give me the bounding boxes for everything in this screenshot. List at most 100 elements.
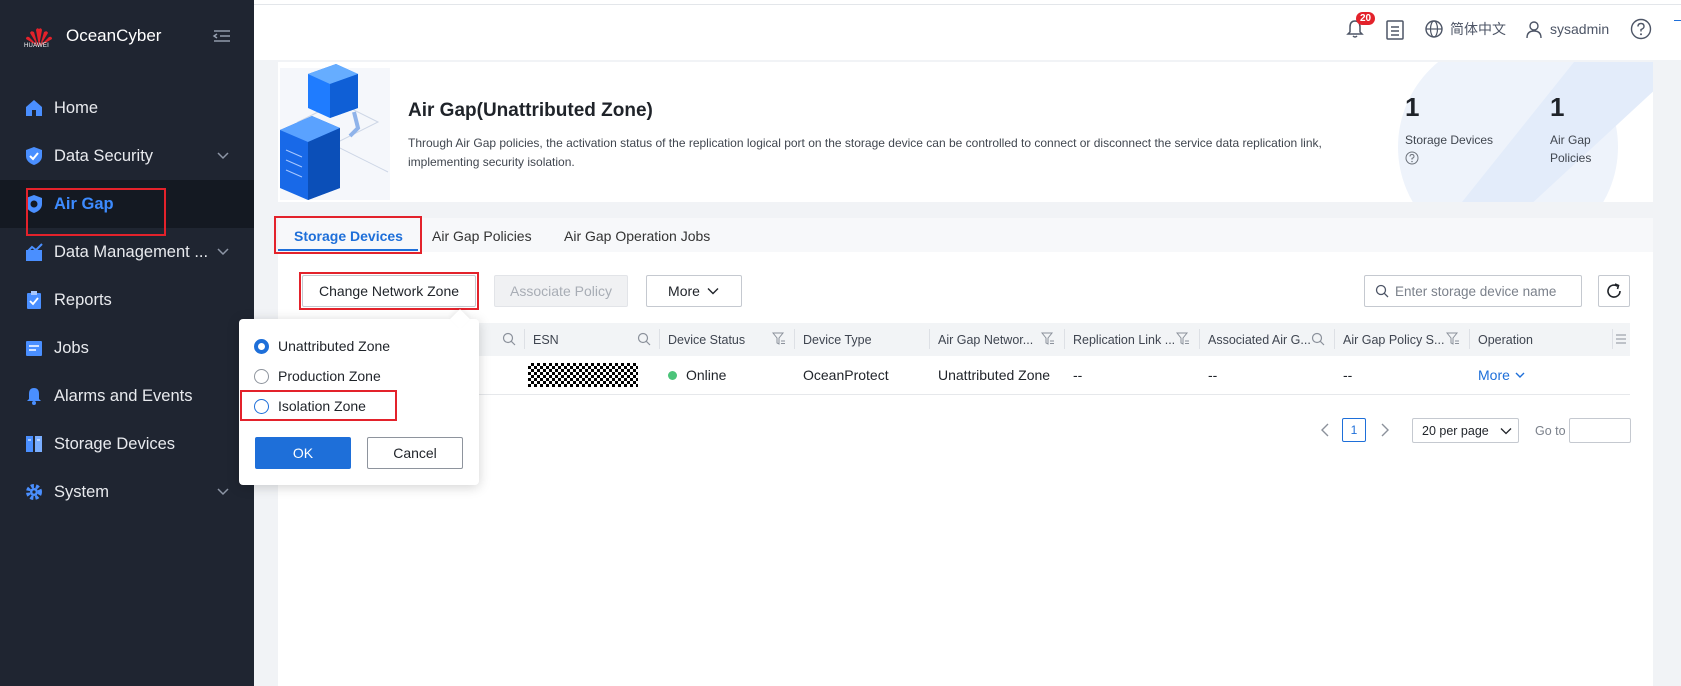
stat-label-line1: Air Gap	[1550, 133, 1591, 147]
column-header-air-gap-network-zone: Air Gap Networ...	[938, 333, 1034, 347]
overview-banner: Air Gap(Unattributed Zone) Through Air G…	[278, 62, 1653, 202]
radio-button	[254, 368, 269, 384]
refresh-icon	[1607, 283, 1621, 298]
sidebar-item-jobs[interactable]: Jobs	[0, 324, 254, 372]
stat-label: Storage Devices	[1405, 133, 1494, 147]
sidebar-item-label: Air Gap	[54, 194, 114, 213]
column-header-esn: ESN	[533, 333, 559, 347]
sidebar-item-label: System	[54, 482, 110, 501]
associate-policy-button[interactable]: Associate Policy	[494, 275, 628, 307]
search-box	[1364, 275, 1582, 307]
cell-device-type: OceanProtect	[803, 367, 889, 383]
page-description: Through Air Gap policies, the activation…	[408, 136, 1322, 169]
column-settings-icon[interactable]	[1614, 332, 1628, 346]
reports-icon	[24, 290, 44, 310]
user-menu[interactable]: sysadmin	[1524, 19, 1609, 39]
gear-icon	[24, 482, 44, 502]
next-page-icon[interactable]	[1376, 422, 1392, 438]
search-icon[interactable]	[637, 332, 651, 346]
refresh-button[interactable]	[1598, 275, 1630, 307]
goto-page-input[interactable]	[1569, 418, 1631, 443]
globe-icon	[1425, 20, 1443, 38]
column-header-operation: Operation	[1478, 333, 1533, 347]
page-number-current[interactable]: 1	[1342, 418, 1366, 442]
chevron-down-icon	[217, 152, 229, 160]
cell-network-zone: Unattributed Zone	[938, 367, 1051, 383]
radio-label: Unattributed Zone	[278, 338, 391, 354]
column-divider	[1469, 329, 1470, 349]
radio-isolation-zone[interactable]: Isolation Zone	[254, 398, 366, 414]
radio-production-zone[interactable]: Production Zone	[254, 368, 381, 384]
help-icon[interactable]	[1630, 18, 1652, 40]
radio-unattributed-zone[interactable]: Unattributed Zone	[254, 338, 390, 354]
help-icon[interactable]	[1405, 151, 1419, 165]
sidebar-item-label: Storage Devices	[54, 434, 176, 453]
sidebar-menu: Home Data Security Air Gap Data Manageme…	[0, 84, 254, 516]
esn-redacted	[528, 363, 638, 387]
sidebar-item-alarms[interactable]: Alarms and Events	[0, 372, 254, 420]
column-divider	[794, 329, 795, 349]
sidebar-item-data-management[interactable]: Data Management ...	[0, 228, 254, 276]
stat-air-gap-policies: 1 Air Gap Policies	[1550, 92, 1591, 167]
active-tab-indicator	[278, 249, 418, 251]
tab-air-gap-policies[interactable]: Air Gap Policies	[432, 228, 532, 244]
column-header-replication-link: Replication Link ...	[1073, 333, 1176, 347]
sidebar-item-home[interactable]: Home	[0, 84, 254, 132]
row-more-actions[interactable]: More	[1478, 367, 1526, 383]
goto-label: Go to	[1535, 424, 1566, 438]
filter-icon[interactable]	[1176, 332, 1190, 346]
column-divider	[1199, 329, 1200, 349]
sidebar-item-reports[interactable]: Reports	[0, 276, 254, 324]
sidebar-item-label: Reports	[54, 290, 112, 309]
tab-air-gap-operation-jobs[interactable]: Air Gap Operation Jobs	[564, 228, 710, 244]
cell-policy-status: --	[1343, 367, 1353, 383]
collapse-sidebar-icon[interactable]	[212, 28, 232, 44]
column-header-air-gap-policy-status: Air Gap Policy S...	[1343, 333, 1445, 347]
chevron-down-icon	[1515, 372, 1525, 378]
air-gap-illustration-icon	[280, 64, 390, 200]
row-divider	[298, 394, 1630, 395]
sidebar-item-storage-devices[interactable]: Storage Devices	[0, 420, 254, 468]
edge-mark	[1674, 20, 1681, 21]
column-divider	[929, 329, 930, 349]
search-icon[interactable]	[502, 332, 516, 346]
airgap-icon	[24, 194, 44, 214]
more-actions-button[interactable]: More	[646, 275, 742, 307]
column-divider	[1064, 329, 1065, 349]
sidebar-item-label: Home	[54, 98, 99, 117]
cell-replication-link: --	[1073, 367, 1083, 383]
sidebar-header: HUAWEI OceanCyber	[0, 0, 254, 66]
language-selector[interactable]: 简体中文	[1424, 19, 1506, 39]
stat-storage-devices: 1 Storage Devices	[1405, 92, 1493, 168]
tab-storage-devices[interactable]: Storage Devices	[294, 228, 403, 244]
chevron-down-icon	[217, 248, 229, 256]
stat-label: Air Gap Policies	[1550, 131, 1591, 167]
filter-icon[interactable]	[1446, 332, 1460, 346]
sidebar-item-air-gap[interactable]: Air Gap	[0, 180, 254, 228]
radio-button	[254, 398, 269, 414]
sidebar-item-system[interactable]: System	[0, 468, 254, 516]
cancel-button[interactable]: Cancel	[367, 437, 463, 469]
language-label: 简体中文	[1450, 21, 1506, 37]
notification-badge: 20	[1356, 12, 1376, 25]
more-link: More	[1478, 367, 1510, 383]
huawei-logo-text: HUAWEI	[24, 43, 49, 49]
column-header-device-status: Device Status	[668, 333, 746, 347]
prev-page-icon[interactable]	[1318, 422, 1334, 438]
document-list-icon[interactable]	[1385, 19, 1405, 41]
per-page-select[interactable]: 20 per page	[1412, 418, 1519, 443]
filter-icon[interactable]	[772, 332, 786, 346]
ok-button[interactable]: OK	[255, 437, 351, 469]
stat-value: 1	[1550, 92, 1565, 122]
search-icon[interactable]	[1311, 332, 1325, 346]
status-online-dot	[668, 370, 677, 380]
radio-label: Production Zone	[278, 368, 381, 384]
change-network-zone-button[interactable]: Change Network Zone	[302, 275, 476, 307]
sidebar: HUAWEI OceanCyber Home Data Security Air…	[0, 0, 254, 686]
search-input[interactable]	[1395, 283, 1575, 299]
radio-label: Isolation Zone	[278, 398, 366, 414]
sidebar-item-label: Data Security	[54, 146, 154, 165]
filter-icon[interactable]	[1041, 332, 1055, 346]
bell-icon	[24, 386, 44, 406]
sidebar-item-data-security[interactable]: Data Security	[0, 132, 254, 180]
